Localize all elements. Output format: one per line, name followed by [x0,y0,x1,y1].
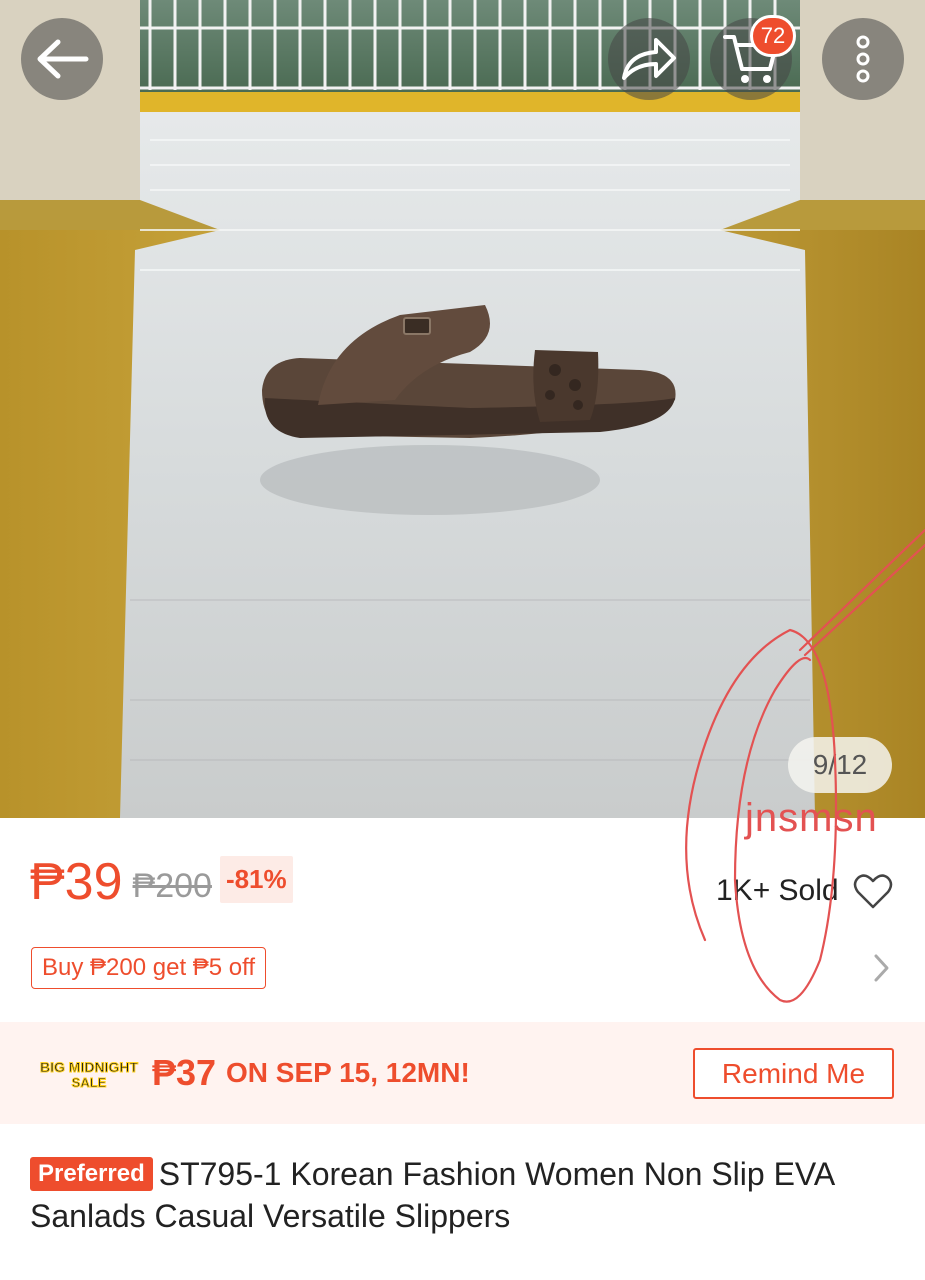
handwritten-annotation-text: jnsmsn [745,796,878,840]
product-title: Preferred ST795-1 Korean Fashion Women No… [30,1153,890,1237]
sale-price: ₱37 [152,1052,217,1093]
cart-count-badge: 72 [750,15,796,57]
share-button[interactable] [608,18,690,100]
image-page-counter: 9/12 [788,737,892,793]
remind-me-button[interactable]: Remind Me [693,1048,894,1099]
sold-count: 1K+ Sold [716,874,839,907]
heart-icon [853,874,893,909]
voucher-details-button[interactable] [870,952,892,984]
product-image-gallery[interactable]: 72 9/12 [0,0,925,818]
price-row: ₱39 ₱200 -81% [30,852,293,912]
chevron-right-icon [874,954,889,982]
sale-logo-text-1: BIG MIDNIGHT [40,1059,138,1075]
preferred-badge: Preferred [30,1157,153,1191]
product-photo [0,0,925,818]
more-vertical-icon [856,35,870,83]
back-button[interactable] [21,18,103,100]
favorite-button[interactable] [853,872,893,910]
more-options-button[interactable] [822,18,904,100]
shop-voucher-tag[interactable]: Buy ₱200 get ₱5 off [31,947,267,989]
sale-date-text: ON SEP 15, 12MN! [226,1057,470,1088]
big-midnight-sale-logo: BIG MIDNIGHT SALE [32,1058,146,1090]
share-icon [622,38,676,80]
midnight-sale-banner: BIG MIDNIGHT SALE ₱37 ON SEP 15, 12MN! R… [0,1022,925,1124]
original-price: ₱200 [132,866,212,905]
discount-badge: -81% [219,855,293,903]
arrow-left-icon [37,39,89,79]
sale-logo-text-2: SALE [72,1075,107,1090]
current-price: ₱39 [30,853,123,911]
